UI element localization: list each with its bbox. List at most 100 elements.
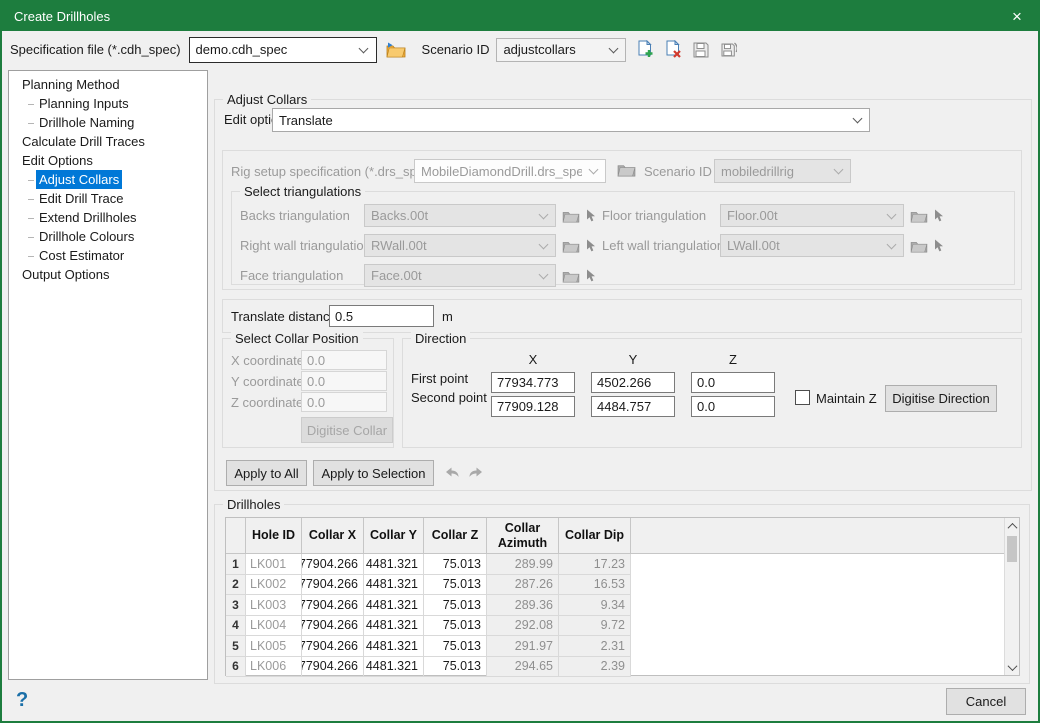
cell-hole-id[interactable]: LK002 (246, 575, 302, 596)
folder-icon (910, 209, 928, 223)
edit-options-combobox[interactable]: Translate (272, 108, 870, 132)
pick-cursor-icon (585, 209, 596, 222)
table-row[interactable]: 5 LK005 77904.266 4481.321 75.013 291.97… (226, 636, 1004, 657)
chevron-down-icon (588, 166, 598, 176)
first-point-z-input[interactable] (691, 372, 775, 393)
tree-item[interactable]: Calculate Drill Traces (9, 132, 207, 151)
second-point-label: Second point (411, 390, 487, 405)
maintain-z-checkbox[interactable] (795, 390, 810, 405)
cell-collar-y[interactable]: 4481.321 (364, 575, 424, 596)
table-row[interactable]: 4 LK004 77904.266 4481.321 75.013 292.08… (226, 616, 1004, 637)
cell-collar-y[interactable]: 4481.321 (364, 616, 424, 637)
cell-collar-z[interactable]: 75.013 (424, 595, 487, 616)
close-button[interactable]: × (1000, 4, 1034, 29)
cell-hole-id[interactable]: LK004 (246, 616, 302, 637)
cell-collar-z[interactable]: 75.013 (424, 554, 487, 575)
cell-collar-z[interactable]: 75.013 (424, 616, 487, 637)
cell-hole-id[interactable]: LK005 (246, 636, 302, 657)
x-coordinate-input (301, 350, 387, 370)
chevron-down-icon (833, 166, 843, 176)
create-drillholes-dialog: Create Drillholes × Specification file (… (0, 0, 1040, 723)
help-icon[interactable]: ? (16, 689, 28, 712)
pick-cursor-icon (933, 209, 944, 222)
cell-collar-z[interactable]: 75.013 (424, 575, 487, 596)
scenario-id-label: Scenario ID (422, 42, 490, 57)
cell-collar-x[interactable]: 77904.266 (302, 554, 364, 575)
chevron-down-icon (608, 45, 618, 55)
tree-item[interactable]: Extend Drillholes (9, 208, 207, 227)
scroll-up-icon[interactable] (1005, 518, 1019, 534)
cell-collar-z[interactable]: 75.013 (424, 657, 487, 678)
header-collar-dip[interactable]: Collar Dip (559, 518, 631, 553)
first-point-y-input[interactable] (591, 372, 675, 393)
table-row[interactable]: 2 LK002 77904.266 4481.321 75.013 287.26… (226, 575, 1004, 596)
adjust-collars-legend: Adjust Collars (223, 92, 311, 107)
spec-file-combobox[interactable]: demo.cdh_spec (189, 37, 377, 63)
direction-group: Direction X Y Z First point Second point… (402, 338, 1022, 448)
header-collar-x[interactable]: Collar X (302, 518, 364, 553)
scrollbar-thumb[interactable] (1007, 536, 1017, 562)
first-point-label: First point (411, 371, 468, 386)
new-scenario-icon[interactable] (636, 40, 655, 59)
cell-collar-x[interactable]: 77904.266 (302, 595, 364, 616)
delete-scenario-icon[interactable] (664, 40, 683, 59)
row-number: 3 (226, 595, 246, 616)
cell-collar-x[interactable]: 77904.266 (302, 616, 364, 637)
open-folder-icon[interactable] (386, 42, 406, 58)
cell-collar-y[interactable]: 4481.321 (364, 636, 424, 657)
scenario-id-combobox[interactable]: adjustcollars (496, 38, 626, 62)
cell-collar-y[interactable]: 4481.321 (364, 554, 424, 575)
chevron-down-icon (886, 211, 896, 221)
header-collar-y[interactable]: Collar Y (364, 518, 424, 553)
cell-hole-id[interactable]: LK003 (246, 595, 302, 616)
cell-collar-dip: 9.72 (559, 616, 631, 637)
cell-collar-z[interactable]: 75.013 (424, 636, 487, 657)
apply-to-all-button[interactable]: Apply to All (226, 460, 307, 486)
tree-item[interactable]: Drillhole Naming (9, 113, 207, 132)
cell-hole-id[interactable]: LK006 (246, 657, 302, 678)
tree-item[interactable]: Edit Options (9, 151, 207, 170)
cell-collar-azimuth: 292.08 (487, 616, 559, 637)
cell-collar-x[interactable]: 77904.266 (302, 636, 364, 657)
folder-icon (617, 162, 636, 177)
tree-item[interactable]: Output Options (9, 265, 207, 284)
tree-item[interactable]: Planning Method (9, 75, 207, 94)
tree-item[interactable]: Adjust Collars (9, 170, 207, 189)
chevron-down-icon (852, 115, 862, 125)
vertical-scrollbar[interactable] (1004, 518, 1019, 675)
cell-collar-x[interactable]: 77904.266 (302, 575, 364, 596)
cell-hole-id[interactable]: LK001 (246, 554, 302, 575)
save-scenario-icon[interactable] (692, 41, 710, 59)
scroll-down-icon[interactable] (1005, 659, 1019, 675)
cancel-button[interactable]: Cancel (946, 688, 1026, 715)
triangulation-label: Left wall triangulation (602, 238, 720, 253)
apply-to-selection-button[interactable]: Apply to Selection (313, 460, 434, 486)
direction-legend: Direction (411, 331, 470, 346)
second-point-y-input[interactable] (591, 396, 675, 417)
triangulation-label: Right wall triangulation (240, 238, 364, 253)
header-collar-z[interactable]: Collar Z (424, 518, 487, 553)
tree-item[interactable]: Edit Drill Trace (9, 189, 207, 208)
table-row[interactable]: 3 LK003 77904.266 4481.321 75.013 289.36… (226, 595, 1004, 616)
table-row[interactable]: 1 LK001 77904.266 4481.321 75.013 289.99… (226, 554, 1004, 575)
second-point-z-input[interactable] (691, 396, 775, 417)
cell-collar-y[interactable]: 4481.321 (364, 657, 424, 678)
tree-item[interactable]: Planning Inputs (9, 94, 207, 113)
cell-collar-x[interactable]: 77904.266 (302, 657, 364, 678)
save-scenario-as-icon[interactable] (719, 41, 737, 59)
header-hole-id[interactable]: Hole ID (246, 518, 302, 553)
digitise-direction-button[interactable]: Digitise Direction (885, 385, 997, 412)
tree-item[interactable]: Cost Estimator (9, 246, 207, 265)
tree-item[interactable]: Drillhole Colours (9, 227, 207, 246)
table-row[interactable]: 6 LK006 77904.266 4481.321 75.013 294.65… (226, 657, 1004, 678)
cell-collar-dip: 17.23 (559, 554, 631, 575)
first-point-x-input[interactable] (491, 372, 575, 393)
header-collar-azimuth[interactable]: Collar Azimuth (487, 518, 559, 553)
cell-collar-y[interactable]: 4481.321 (364, 595, 424, 616)
cell-collar-azimuth: 294.65 (487, 657, 559, 678)
translate-distance-input[interactable] (329, 305, 434, 327)
second-point-x-input[interactable] (491, 396, 575, 417)
triangulation-label: Face triangulation (240, 268, 364, 283)
y-coordinate-input (301, 371, 387, 391)
title-bar: Create Drillholes × (2, 2, 1038, 31)
